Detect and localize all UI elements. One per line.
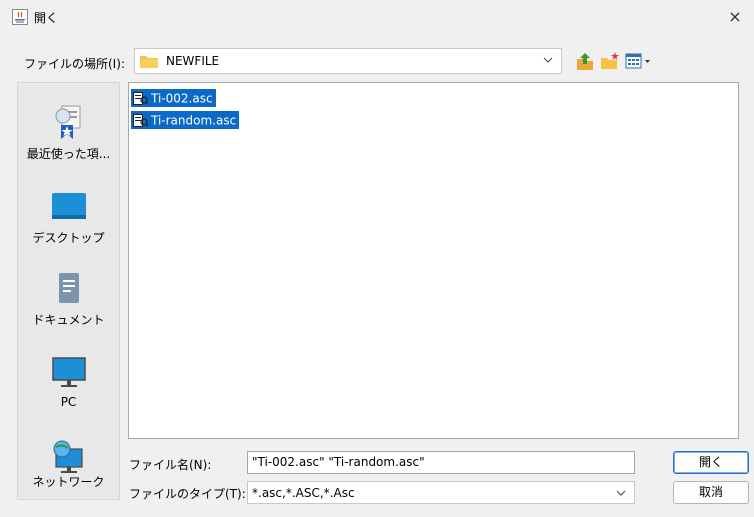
file-name-input[interactable]: "Ti-002.asc" "Ti-random.asc" [247, 451, 635, 474]
place-label: デスクトップ [32, 231, 105, 245]
file-name: Ti-002.asc [151, 91, 213, 106]
cancel-button[interactable]: 取消 [673, 481, 749, 504]
places-sidebar: 最近使った項... デスクトップ ドキュメント PC ネットワーク [17, 82, 120, 500]
folder-icon [140, 56, 158, 68]
look-in-label: ファイルの場所(I): [24, 57, 125, 71]
title-bar: 開く × [0, 0, 754, 34]
file-type-value: *.asc,*.ASC,*.Asc [252, 486, 355, 500]
file-name-label: ファイル名(N): [129, 458, 212, 472]
look-in-dropdown[interactable]: NEWFILE [134, 48, 562, 74]
place-label: ネットワーク [32, 475, 105, 489]
close-icon: × [728, 7, 742, 26]
place-label: 最近使った項... [26, 147, 111, 161]
file-list[interactable]: Ti-002.asc Ti-random.asc [128, 82, 739, 439]
file-item[interactable]: Ti-random.asc [131, 111, 240, 129]
java-icon [12, 9, 28, 25]
network-icon [53, 440, 83, 473]
asc-file-icon [133, 114, 148, 127]
desktop-icon [52, 193, 86, 219]
pc-icon [52, 357, 86, 387]
open-button[interactable]: 開く [673, 451, 749, 474]
up-folder-icon [577, 53, 593, 70]
recent-icon [55, 105, 81, 139]
place-label: ドキュメント [32, 313, 105, 327]
window-title: 開く [34, 11, 59, 25]
view-menu-icon [625, 53, 650, 69]
up-folder-button[interactable] [574, 50, 596, 72]
chevron-down-icon [543, 57, 553, 63]
documents-icon [59, 273, 79, 303]
chevron-down-icon [616, 490, 626, 496]
new-folder-button[interactable] [599, 50, 621, 72]
asc-file-icon [133, 92, 148, 105]
view-menu-button[interactable] [624, 50, 654, 72]
file-item[interactable]: Ti-002.asc [131, 89, 216, 107]
place-label: PC [60, 395, 77, 409]
file-type-label: ファイルのタイプ(T): [129, 487, 246, 501]
new-folder-icon [601, 52, 619, 69]
file-type-dropdown[interactable]: *.asc,*.ASC,*.Asc [247, 481, 635, 504]
file-name: Ti-random.asc [151, 113, 237, 128]
look-in-value: NEWFILE [166, 54, 220, 68]
close-button[interactable]: × [722, 5, 748, 29]
